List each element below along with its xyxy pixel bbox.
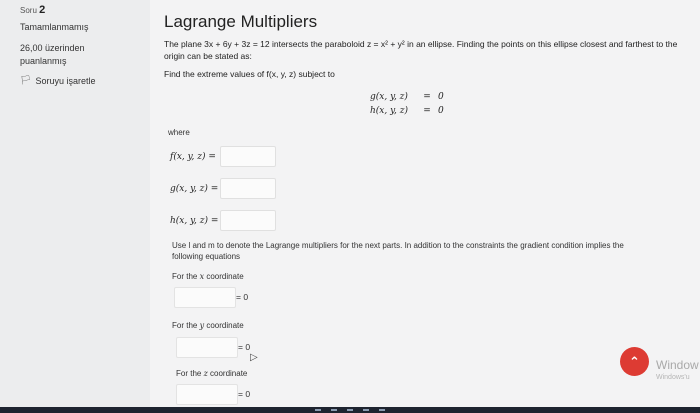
page-title: Lagrange Multipliers [164, 12, 318, 31]
y-coordinate-label: For the y coordinate [172, 321, 244, 330]
constraint-rhs: 0 [438, 106, 444, 116]
coord-suffix: coordinate [204, 272, 244, 281]
constraint-system: g(x, y, z) = 0 h(x, y, z) = 0 [370, 90, 444, 118]
f-function-row: f(x, y, z) = [170, 146, 276, 167]
find-text: Find the extreme values of f(x, y, z) su… [164, 69, 335, 79]
g-function-row: g(x, y, z) = [170, 178, 276, 199]
constraint-row: g(x, y, z) = 0 [370, 90, 444, 104]
question-content: Lagrange Multipliers The plane 3x + 6y +… [150, 0, 700, 413]
coord-prefix: For the [172, 272, 200, 281]
coord-prefix: For the [176, 369, 204, 378]
g-function-label: g(x, y, z) = [170, 183, 219, 194]
y-equation-rhs: = 0 [238, 342, 251, 352]
windows-watermark-sub: Windows'u [656, 374, 690, 381]
chevron-up-icon: ⌃ [629, 353, 640, 369]
coord-prefix: For the [172, 321, 200, 330]
problem-statement: The plane 3x + 6y + 3z = 12 intersects t… [164, 39, 678, 61]
question-points: 26,00 üzerinden puanlanmış [20, 43, 85, 66]
h-function-row: h(x, y, z) = [170, 210, 276, 231]
f-function-label: f(x, y, z) = [170, 151, 216, 162]
taskbar-icon[interactable] [363, 409, 369, 411]
question-number-value: 2 [39, 4, 46, 16]
taskbar-icon[interactable] [347, 409, 353, 411]
f-function-input[interactable] [220, 146, 276, 167]
flag-question-label: Soruyu işaretle [35, 75, 96, 86]
constraint-rhs: 0 [438, 92, 444, 102]
question-status: Tamamlanmamış [20, 22, 89, 32]
flag-icon: 🏳 [20, 75, 32, 85]
multiplier-note: Use l and m to denote the Lagrange multi… [172, 241, 624, 261]
scroll-to-top-button[interactable]: ⌃ [620, 347, 649, 376]
y-gradient-input[interactable] [176, 337, 238, 358]
coord-suffix: coordinate [204, 321, 244, 330]
taskbar [0, 407, 700, 413]
where-label: where [168, 128, 190, 137]
mouse-cursor-icon: ▷ [250, 352, 258, 363]
constraint-row: h(x, y, z) = 0 [370, 104, 444, 118]
question-info-sidebar: Soru 2 Tamamlanmamış 26,00 üzerinden pua… [0, 0, 150, 413]
z-coordinate-label: For the z coordinate [176, 369, 247, 378]
taskbar-icon[interactable] [315, 409, 321, 411]
z-equation-rhs: = 0 [238, 389, 251, 399]
constraint-eq: = [423, 92, 431, 102]
constraint-lhs: g(x, y, z) [370, 92, 408, 102]
x-gradient-input[interactable] [174, 287, 236, 308]
question-number: Soru 2 [20, 4, 45, 16]
z-gradient-input[interactable] [176, 384, 238, 405]
h-function-label: h(x, y, z) = [170, 215, 219, 226]
taskbar-icon[interactable] [379, 409, 385, 411]
x-coordinate-label: For the x coordinate [172, 272, 244, 281]
coord-suffix: coordinate [207, 369, 248, 378]
h-function-input[interactable] [220, 210, 276, 231]
taskbar-icon[interactable] [331, 409, 337, 411]
constraint-eq: = [423, 106, 431, 116]
constraint-lhs: h(x, y, z) [370, 106, 408, 116]
windows-watermark: Window [656, 358, 699, 372]
g-function-input[interactable] [220, 178, 276, 199]
question-prefix: Soru [20, 6, 37, 15]
x-equation-rhs: = 0 [236, 292, 249, 302]
flag-question-link[interactable]: 🏳 Soruyu işaretle [20, 75, 95, 86]
